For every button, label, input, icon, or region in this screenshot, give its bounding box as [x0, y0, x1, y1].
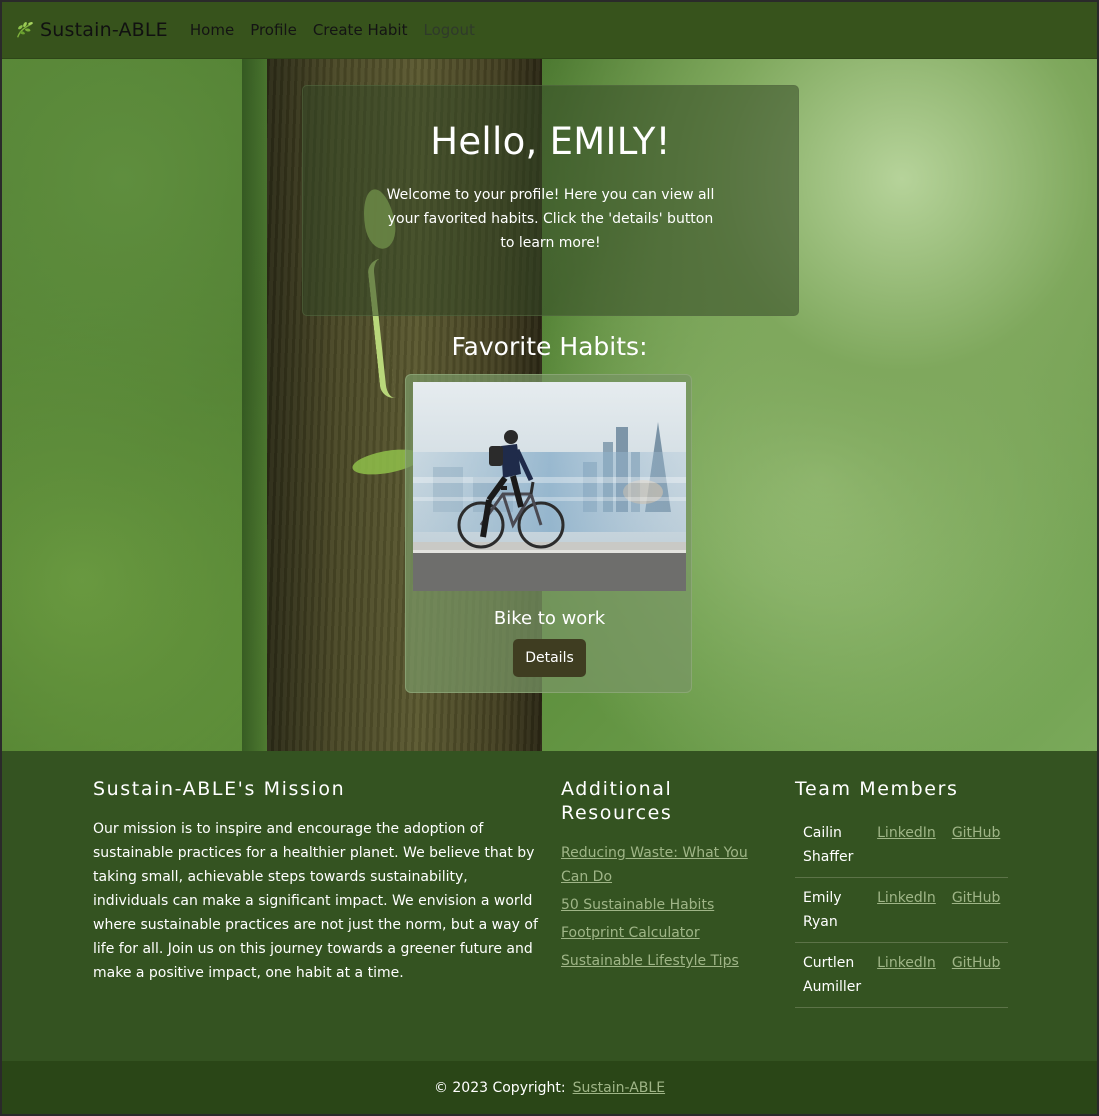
mission-title: Sustain-ABLE's Mission	[93, 778, 346, 800]
team-linkedin-cell: LinkedIn	[869, 943, 944, 1008]
resource-link-reducing-waste[interactable]: Reducing Waste: What You Can Do	[561, 845, 748, 885]
nav-logout[interactable]: Logout	[423, 21, 474, 39]
team-member-name: Emily Ryan	[803, 890, 842, 930]
team-table: Cailin Shaffer LinkedIn GitHub Emily Rya…	[795, 813, 1009, 1008]
team-title: Team Members	[795, 778, 959, 800]
brand-logo[interactable]: Sustain-ABLE	[14, 19, 168, 41]
mission-text: Our mission is to inspire and encourage …	[93, 821, 538, 981]
mission-section: Sustain-ABLE's Mission Our mission is to…	[93, 777, 543, 985]
resource-item: Footprint Calculator	[561, 921, 761, 945]
nav-links: Home Profile Create Habit Logout	[190, 21, 491, 39]
brand-name: Sustain-ABLE	[40, 19, 168, 41]
nav-create-habit[interactable]: Create Habit	[313, 21, 408, 39]
team-github-cell: GitHub	[944, 878, 1009, 943]
page: Sustain-ABLE Home Profile Create Habit L…	[2, 2, 1097, 1114]
hero-section: Hello, EMILY! Welcome to your profile! H…	[2, 59, 1097, 751]
github-link[interactable]: GitHub	[952, 825, 1001, 841]
team-section: Team Members Cailin Shaffer LinkedIn Git…	[795, 777, 1009, 1008]
nav-home[interactable]: Home	[190, 21, 234, 39]
team-member-name: Curtlen Aumiller	[803, 955, 862, 995]
favorite-habits-title: Favorite Habits:	[451, 332, 648, 361]
habit-name: Bike to work	[493, 608, 606, 629]
navbar: Sustain-ABLE Home Profile Create Habit L…	[2, 2, 1097, 59]
team-linkedin-cell: LinkedIn	[869, 813, 944, 878]
copyright-link[interactable]: Sustain-ABLE	[573, 1080, 665, 1096]
team-row: Emily Ryan LinkedIn GitHub	[795, 878, 1009, 943]
team-row: Curtlen Aumiller LinkedIn GitHub	[795, 943, 1009, 1008]
copyright-bar: © 2023 Copyright: Sustain-ABLE	[2, 1061, 1097, 1114]
resource-link-sustainable-habits[interactable]: 50 Sustainable Habits	[561, 897, 714, 913]
footer: Sustain-ABLE's Mission Our mission is to…	[2, 751, 1097, 1061]
github-link[interactable]: GitHub	[952, 955, 1001, 971]
team-linkedin-cell: LinkedIn	[869, 878, 944, 943]
linkedin-link[interactable]: LinkedIn	[877, 890, 936, 906]
team-row: Cailin Shaffer LinkedIn GitHub	[795, 813, 1009, 878]
welcome-text: Welcome to your profile! Here you can vi…	[386, 187, 715, 251]
linkedin-link[interactable]: LinkedIn	[877, 825, 936, 841]
resources-list: Reducing Waste: What You Can Do 50 Susta…	[561, 841, 761, 973]
resources-section: Additional Resources Reducing Waste: Wha…	[561, 777, 761, 977]
team-github-cell: GitHub	[944, 943, 1009, 1008]
details-button[interactable]: Details	[513, 639, 586, 677]
github-link[interactable]: GitHub	[952, 890, 1001, 906]
habit-card: Bike to work Details	[405, 374, 692, 693]
copyright-text: © 2023 Copyright:	[433, 1079, 566, 1096]
welcome-title: Hello, EMILY!	[430, 120, 671, 163]
nav-profile[interactable]: Profile	[250, 21, 297, 39]
resource-link-footprint-calculator[interactable]: Footprint Calculator	[561, 925, 700, 941]
habit-image	[413, 382, 686, 591]
resources-title: Additional Resources	[561, 778, 673, 824]
resource-link-lifestyle-tips[interactable]: Sustainable Lifestyle Tips	[561, 953, 739, 969]
welcome-card: Hello, EMILY! Welcome to your profile! H…	[302, 85, 799, 316]
leaf-icon	[17, 22, 33, 38]
team-github-cell: GitHub	[944, 813, 1009, 878]
linkedin-link[interactable]: LinkedIn	[877, 955, 936, 971]
resource-item: Sustainable Lifestyle Tips	[561, 949, 761, 973]
resource-item: Reducing Waste: What You Can Do	[561, 841, 761, 889]
resource-item: 50 Sustainable Habits	[561, 893, 761, 917]
team-member-name: Cailin Shaffer	[803, 825, 854, 865]
